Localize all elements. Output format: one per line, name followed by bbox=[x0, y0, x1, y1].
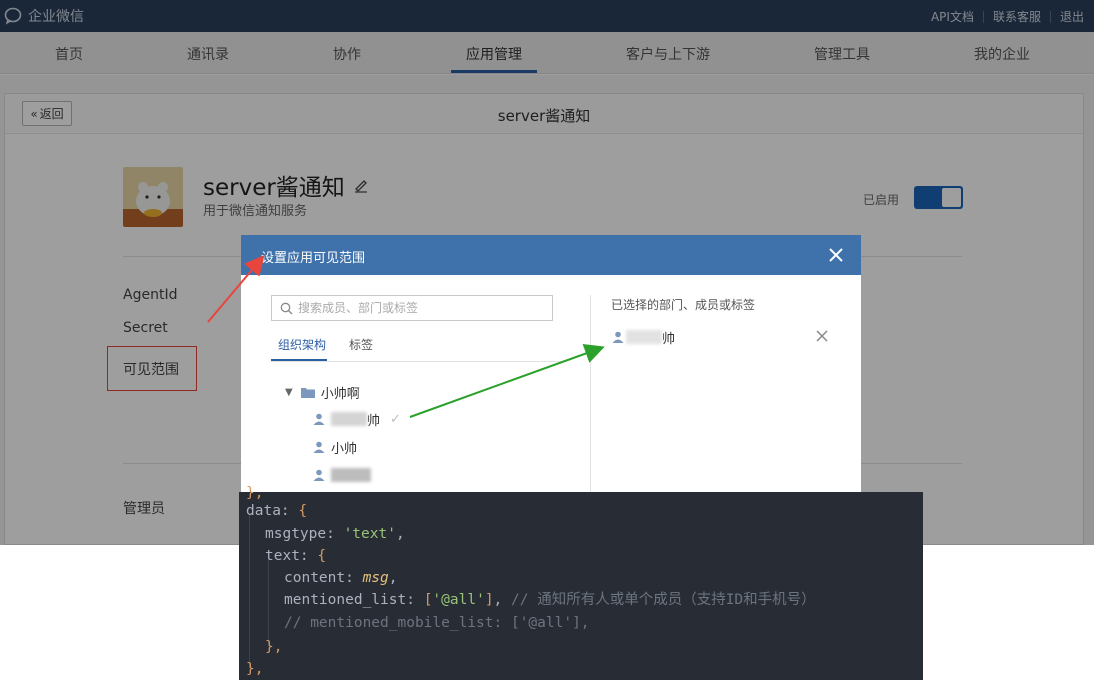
visible-scope-dialog: 设置应用可见范围 组织架构 标签 ▼ 小帅啊 帅 ✓ bbox=[241, 235, 861, 493]
tree-department[interactable]: ▼ 小帅啊 bbox=[285, 383, 360, 402]
code-token: 'text' bbox=[343, 526, 396, 542]
code-token: '@all' bbox=[432, 592, 485, 608]
panel-separator bbox=[590, 295, 591, 493]
code-token: }, bbox=[246, 485, 264, 501]
code-comment: // 通知所有人或单个成员（支持ID和手机号） bbox=[511, 592, 816, 608]
search-icon bbox=[280, 302, 293, 315]
selected-name-suffix: 帅 bbox=[662, 331, 676, 347]
code-line: // mentioned_mobile_list: ['@all'], bbox=[284, 612, 590, 634]
blurred-name bbox=[626, 330, 662, 344]
code-token: data bbox=[246, 503, 281, 519]
code-line: content: msg, bbox=[284, 570, 398, 586]
member-name: 小帅 bbox=[331, 441, 358, 457]
code-token: msg bbox=[362, 570, 389, 586]
code-comment: // mentioned_mobile_list: ['@all'], bbox=[284, 615, 590, 631]
folder-icon bbox=[300, 388, 315, 398]
user-icon bbox=[313, 469, 325, 481]
user-icon bbox=[612, 331, 624, 343]
code-token: text bbox=[265, 548, 300, 564]
member-name-suffix: 帅 bbox=[367, 413, 381, 429]
checkmark-icon: ✓ bbox=[390, 411, 401, 427]
code-token: }, bbox=[265, 639, 283, 655]
code-token: content bbox=[284, 570, 346, 586]
code-snippet: }, data: { msgtype: 'text', text: { cont… bbox=[239, 485, 923, 680]
member-search[interactable] bbox=[271, 295, 553, 321]
selected-title: 已选择的部门、成员或标签 bbox=[611, 298, 756, 312]
code-line: }, bbox=[246, 658, 263, 680]
search-input[interactable] bbox=[298, 299, 548, 317]
tab-tags[interactable]: 标签 bbox=[349, 336, 373, 353]
code-line: msgtype: 'text', bbox=[265, 526, 405, 542]
tab-bar: 组织架构 标签 bbox=[271, 331, 561, 362]
blurred-name bbox=[331, 412, 367, 426]
user-icon bbox=[313, 413, 325, 425]
user-icon bbox=[313, 441, 325, 453]
tree-member[interactable] bbox=[313, 466, 371, 484]
code-token: msgtype bbox=[265, 526, 327, 542]
collapse-triangle-icon[interactable]: ▼ bbox=[285, 387, 293, 398]
close-icon[interactable] bbox=[827, 246, 845, 264]
dialog-title: 设置应用可见范围 bbox=[261, 251, 366, 266]
dialog-header: 设置应用可见范围 bbox=[241, 235, 861, 275]
code-line: }, bbox=[265, 636, 282, 658]
selected-item: 帅 bbox=[612, 328, 676, 347]
code-line: data: { bbox=[246, 503, 308, 519]
code-token: mentioned_list bbox=[284, 592, 407, 608]
code-line: mentioned_list: ['@all'], // 通知所有人或单个成员（… bbox=[284, 592, 816, 608]
blurred-name bbox=[331, 468, 371, 482]
tree-member[interactable]: 小帅 bbox=[313, 438, 358, 457]
indent-guide bbox=[268, 558, 269, 646]
tab-org-structure[interactable]: 组织架构 bbox=[278, 336, 326, 353]
active-tab-indicator bbox=[271, 359, 327, 361]
code-token: }, bbox=[246, 661, 264, 677]
department-name: 小帅啊 bbox=[320, 386, 360, 402]
remove-icon[interactable] bbox=[816, 330, 828, 342]
code-line: text: { bbox=[265, 548, 327, 564]
indent-guide bbox=[249, 514, 250, 668]
tree-member[interactable]: 帅 ✓ bbox=[313, 410, 401, 429]
